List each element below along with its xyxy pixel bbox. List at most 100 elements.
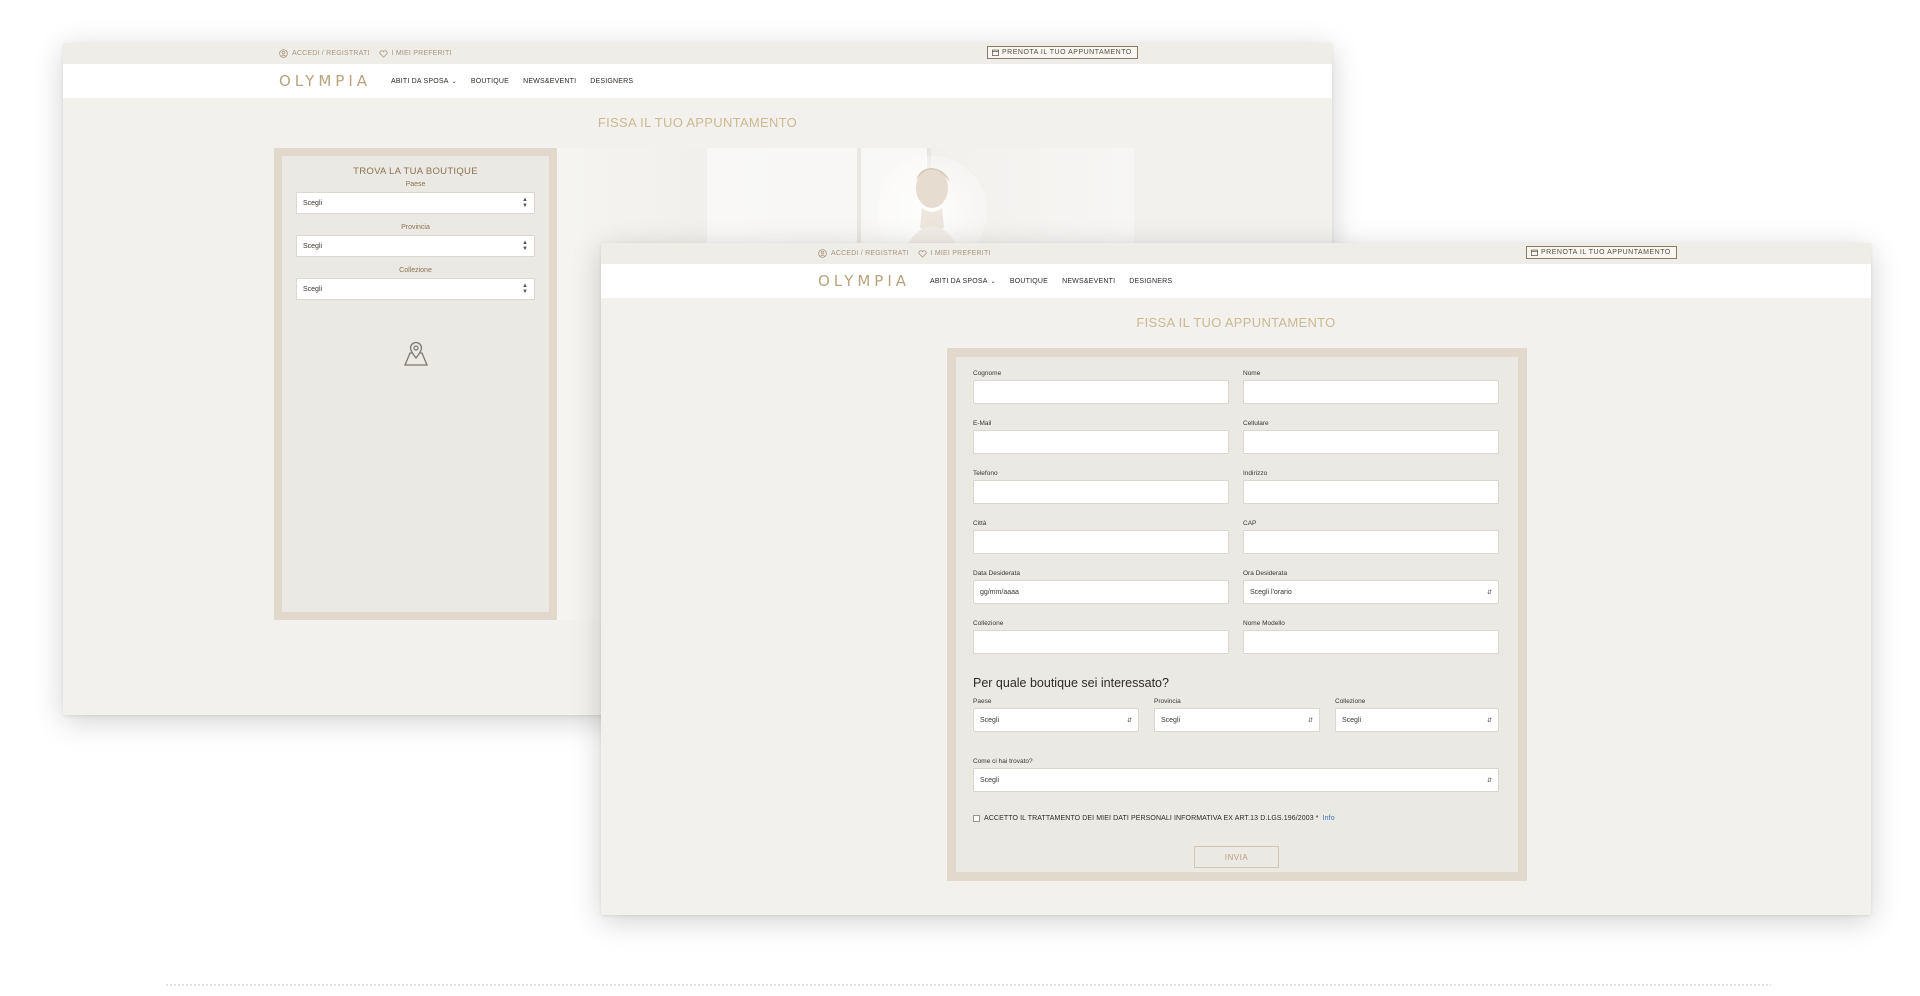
boutique-finder-panel: TROVA LA TUA BOUTIQUE Paese Scegli ▲ ▼ Pro… (274, 148, 557, 620)
finder-label-provincia: Provincia (401, 224, 430, 231)
book-appointment-label: PRENOTA IL TUO APPUNTAMENTO (1002, 49, 1132, 56)
menu-item-boutique[interactable]: BOUTIQUE (1010, 278, 1048, 285)
menu-item-news[interactable]: NEWS&EVENTI (523, 78, 576, 85)
menu-item-abiti[interactable]: ABITI DA SPOSA ⌄ (391, 78, 457, 85)
select-collezione-boutique[interactable]: Scegli ⇵ (1335, 708, 1499, 732)
label-collezione: Collezione (973, 620, 1004, 627)
boutique-finder-inner: TROVA LA TUA BOUTIQUE Paese Scegli ▲ ▼ Pro… (282, 156, 549, 612)
menu-item-boutique[interactable]: BOUTIQUE (471, 78, 509, 85)
select-provincia[interactable]: Scegli ⇵ (1154, 708, 1320, 732)
label-collezione-boutique: Collezione (1335, 698, 1366, 705)
appointment-form-panel: Cognome Nome E-Mail Cellulare Telefono I… (947, 348, 1527, 881)
input-indirizzo[interactable] (1243, 480, 1499, 504)
label-provincia: Provincia (1154, 698, 1181, 705)
finder-label-collezione: Collezione (399, 267, 432, 274)
label-telefono: Telefono (973, 470, 998, 477)
input-placeholder: gg/mm/aaaa (980, 588, 1019, 596)
book-appointment-label: PRENOTA IL TUO APPUNTAMENTO (1541, 249, 1671, 256)
main-nav: OLYMPIA ABITI DA SPOSA ⌄ BOUTIQUE NEWS&EV… (601, 264, 1871, 298)
logo[interactable]: OLYMPIA (279, 72, 371, 90)
consent-info-link[interactable]: Info (1323, 815, 1335, 822)
select-value: Scegli (980, 776, 1000, 784)
finder-select-collezione[interactable]: Scegli ▲ ▼ (296, 278, 535, 300)
top-bar: ACCEDI / REGISTRATI I MIEI PREFERITI PRE… (63, 43, 1332, 64)
select-ora-desiderata[interactable]: Scegli l'orario ⇵ (1243, 580, 1499, 604)
menu-item-designers[interactable]: DESIGNERS (1129, 278, 1172, 285)
book-appointment-button[interactable]: PRENOTA IL TUO APPUNTAMENTO (1526, 246, 1677, 259)
select-value: Scegli (1342, 716, 1362, 724)
privacy-consent: ACCETTO IL TRATTAMENTO DEI MIEI DATI PER… (973, 815, 1335, 822)
menu-item-label: ABITI DA SPOSA (391, 78, 449, 85)
select-paese[interactable]: Scegli ⇵ (973, 708, 1139, 732)
label-paese: Paese (973, 698, 992, 705)
select-arrows-icon: ⇵ (1486, 717, 1492, 724)
heart-icon (918, 249, 927, 258)
select-arrows-icon: ▲ ▼ (522, 240, 528, 252)
select-value: Scegli (303, 242, 323, 250)
select-arrows-icon: ⇵ (1486, 777, 1492, 784)
consent-checkbox[interactable] (973, 815, 980, 822)
menu-item-label: ABITI DA SPOSA (930, 278, 988, 285)
account-link-label: ACCEDI / REGISTRATI (292, 50, 370, 57)
top-bar: ACCEDI / REGISTRATI I MIEI PREFERITI PRE… (601, 243, 1871, 264)
input-data-desiderata[interactable]: gg/mm/aaaa (973, 580, 1229, 604)
menu-item-label: DESIGNERS (1129, 278, 1173, 285)
input-telefono[interactable] (973, 480, 1229, 504)
menu-item-label: BOUTIQUE (470, 78, 510, 85)
finder-label-paese: Paese (405, 181, 426, 188)
account-link-label: ACCEDI / REGISTRATI (831, 250, 909, 257)
select-come-ci-hai-trovato[interactable]: Scegli ⇵ (973, 768, 1499, 792)
input-collezione[interactable] (973, 630, 1229, 654)
favorites-link[interactable]: I MIEI PREFERITI (918, 249, 991, 258)
label-nome: Nome (1243, 370, 1261, 377)
page-title: FISSA IL TUO APPUNTAMENTO (597, 115, 798, 130)
input-nome[interactable] (1243, 380, 1499, 404)
user-icon (818, 249, 827, 258)
menu-item-label: NEWS&EVENTI (523, 78, 577, 85)
label-cognome: Cognome (973, 370, 1002, 377)
menu-item-designers[interactable]: DESIGNERS (590, 78, 633, 85)
submit-button[interactable]: INVIA (1194, 846, 1279, 868)
user-icon (279, 49, 288, 58)
input-cellulare[interactable] (1243, 430, 1499, 454)
menu-item-news[interactable]: NEWS&EVENTI (1062, 278, 1115, 285)
account-link[interactable]: ACCEDI / REGISTRATI (279, 49, 370, 58)
logo[interactable]: OLYMPIA (818, 272, 910, 290)
map-pin-icon[interactable] (400, 339, 432, 367)
chevron-down-icon: ⌄ (990, 279, 996, 285)
account-link[interactable]: ACCEDI / REGISTRATI (818, 249, 909, 258)
book-appointment-button[interactable]: PRENOTA IL TUO APPUNTAMENTO (987, 46, 1138, 59)
input-cognome[interactable] (973, 380, 1229, 404)
finder-select-paese[interactable]: Scegli ▲ ▼ (296, 192, 535, 214)
main-menu: ABITI DA SPOSA ⌄ BOUTIQUE NEWS&EVENTI DES… (391, 78, 633, 85)
input-email[interactable] (973, 430, 1229, 454)
favorites-link[interactable]: I MIEI PREFERITI (379, 49, 452, 58)
label-data-desiderata: Data Desiderata (973, 570, 1020, 577)
menu-item-abiti[interactable]: ABITI DA SPOSA ⌄ (930, 278, 996, 285)
select-arrows-icon: ⇵ (1486, 589, 1492, 596)
select-value: Scegli (980, 716, 1000, 724)
boutique-section-title: Per quale boutique sei interessato? (973, 676, 1169, 690)
main-menu: ABITI DA SPOSA ⌄ BOUTIQUE NEWS&EVENTI DES… (930, 278, 1172, 285)
calendar-icon (1531, 249, 1538, 256)
front-window-screenshot: ACCEDI / REGISTRATI I MIEI PREFERITI PRE… (601, 243, 1871, 915)
page-title: FISSA IL TUO APPUNTAMENTO (1136, 315, 1336, 330)
calendar-icon (992, 49, 999, 56)
select-arrows-icon: ▲ ▼ (522, 283, 528, 295)
input-cap[interactable] (1243, 530, 1499, 554)
label-email: E-Mail (973, 420, 992, 427)
decorative-divider (165, 983, 1771, 987)
menu-item-label: BOUTIQUE (1009, 278, 1049, 285)
menu-item-label: DESIGNERS (590, 78, 634, 85)
input-citta[interactable] (973, 530, 1229, 554)
finder-select-provincia[interactable]: Scegli ▲ ▼ (296, 235, 535, 257)
input-nome-modello[interactable] (1243, 630, 1499, 654)
label-ora-desiderata: Ora Desiderata (1243, 570, 1288, 577)
select-value: Scegli (303, 199, 323, 207)
finder-title: TROVA LA TUA BOUTIQUE (353, 166, 478, 177)
favorites-link-label: I MIEI PREFERITI (391, 50, 452, 57)
appointment-form: Cognome Nome E-Mail Cellulare Telefono I… (956, 357, 1518, 872)
top-links: ACCEDI / REGISTRATI I MIEI PREFERITI (279, 49, 452, 58)
favorites-link-label: I MIEI PREFERITI (930, 250, 991, 257)
label-cap: CAP (1243, 520, 1257, 527)
